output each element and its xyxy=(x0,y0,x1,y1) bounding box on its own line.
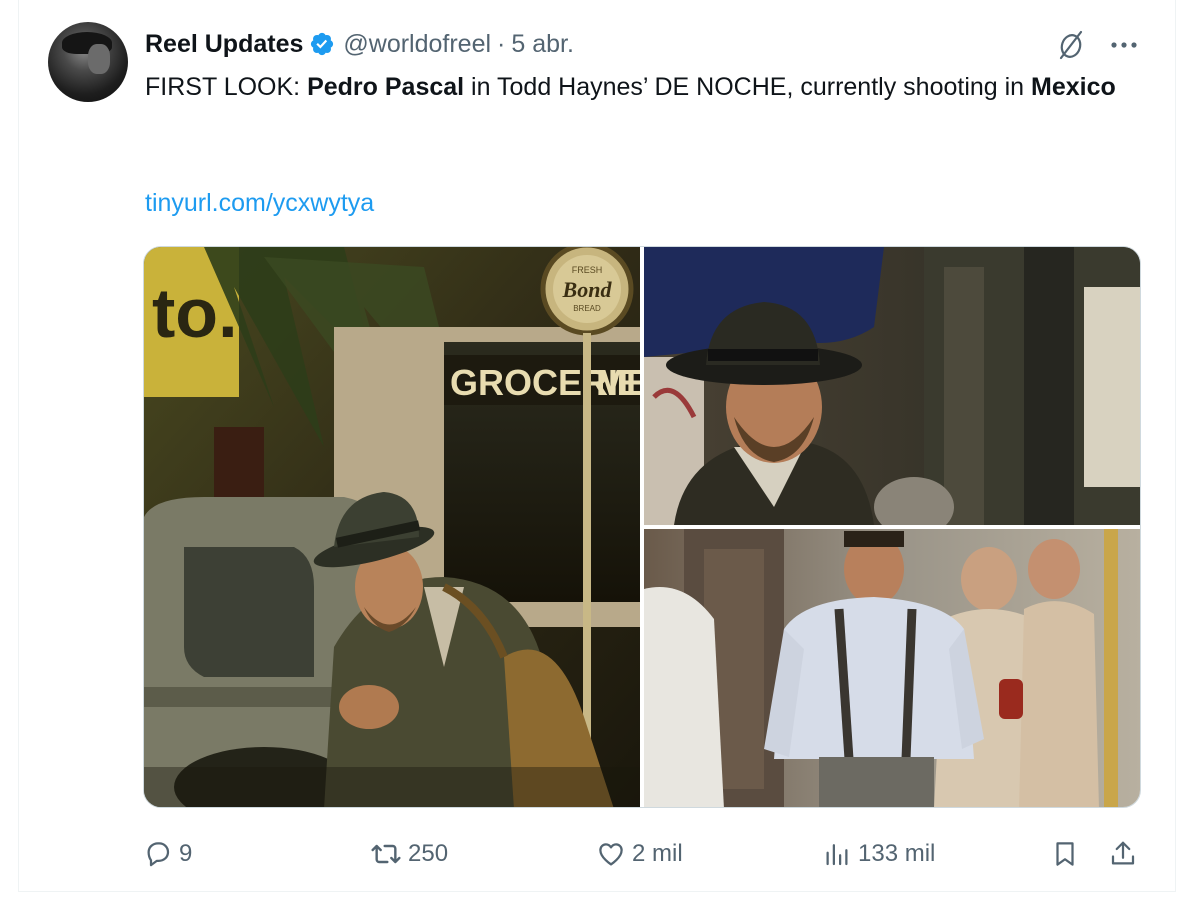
avatar-hand-shape xyxy=(88,44,110,74)
bookmark-button[interactable] xyxy=(1050,832,1080,876)
bond-sign-top: FRESH xyxy=(572,265,603,275)
more-options-icon[interactable] xyxy=(1107,32,1141,58)
share-button[interactable] xyxy=(1108,832,1138,876)
avatar[interactable] xyxy=(48,22,128,102)
media-grid: to. GROCERIES ME FRESH Bond BREAD xyxy=(143,246,1141,808)
tweet-text: FIRST LOOK: Pedro Pascal in Todd Haynes’… xyxy=(145,68,1145,106)
tweet-date[interactable]: 5 abr. xyxy=(511,30,574,59)
photo-top-right[interactable] xyxy=(644,247,1140,525)
reply-button[interactable]: 9 xyxy=(143,832,192,876)
photo-left[interactable]: to. GROCERIES ME FRESH Bond BREAD xyxy=(144,247,640,807)
tweet-text-part: FIRST LOOK: xyxy=(145,73,308,101)
author-name[interactable]: Reel Updates xyxy=(145,30,303,59)
retweet-button[interactable]: 250 xyxy=(370,832,448,876)
photo-bottom-right-illustration xyxy=(644,529,1140,807)
views-button[interactable]: 133 mil xyxy=(822,832,935,876)
author-handle[interactable]: @worldofreel xyxy=(343,30,491,59)
photo-top-right-illustration xyxy=(644,247,1140,525)
bond-sign-bottom: BREAD xyxy=(573,304,601,313)
action-bar: 9 250 2 mil 133 mil xyxy=(0,832,1200,876)
views-icon xyxy=(826,844,848,866)
retweet-count: 250 xyxy=(408,840,449,867)
tweet-link[interactable]: tinyurl.com/ycxwytya xyxy=(145,184,374,222)
separator-dot: · xyxy=(497,29,506,58)
like-count: 2 mil xyxy=(632,840,683,867)
tweet-text-part: in Todd Haynes’ DE NOCHE, currently shoo… xyxy=(464,73,1032,101)
heart-icon xyxy=(599,843,623,866)
retweet-icon xyxy=(371,844,401,864)
reply-icon xyxy=(147,842,170,867)
bookmark-icon xyxy=(1056,842,1074,866)
groceries-sign-text-2: ME xyxy=(596,362,640,403)
tweet-text-bold-name: Pedro Pascal xyxy=(307,73,465,101)
like-button[interactable]: 2 mil xyxy=(596,832,683,876)
bond-sign-text: Bond xyxy=(562,277,613,302)
verified-badge-icon xyxy=(311,32,334,56)
photo-bottom-right[interactable] xyxy=(644,529,1140,807)
tweet-header: Reel Updates @worldofreel · 5 abr. xyxy=(145,28,574,60)
tweet-text-bold-place: Mexico xyxy=(1031,73,1116,101)
views-count: 133 mil xyxy=(858,840,936,867)
photo-left-illustration: to. GROCERIES ME FRESH Bond BREAD xyxy=(144,247,640,807)
grok-icon[interactable] xyxy=(1057,30,1085,60)
reply-count: 9 xyxy=(179,840,193,867)
share-icon xyxy=(1111,841,1135,865)
